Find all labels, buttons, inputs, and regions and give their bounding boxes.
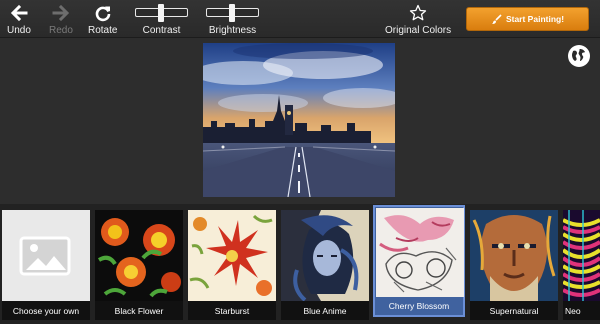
style-card-choose-your-own[interactable]: Choose your own — [2, 210, 90, 320]
neon-thumb — [563, 210, 600, 301]
style-card-supernatural[interactable]: Supernatural — [470, 210, 558, 320]
rotate-clockwise-icon — [95, 6, 111, 22]
style-card-neo[interactable]: Neo — [563, 210, 600, 320]
supernatural-thumb — [470, 210, 558, 301]
brightness-label: Brightness — [208, 25, 257, 36]
brightness-slider[interactable] — [206, 4, 259, 22]
style-card-label: Supernatural — [489, 306, 539, 316]
star-outline-icon — [409, 4, 427, 21]
blue-anime-thumb — [281, 210, 369, 301]
style-card-label: Choose your own — [12, 306, 80, 316]
style-card-cherry-blossom[interactable]: Cherry Blossom — [373, 205, 465, 317]
contrast-slider[interactable] — [135, 4, 188, 22]
toolbar: Undo Redo Rotate Contrast Brightness Ori… — [0, 0, 600, 38]
image-placeholder-icon — [2, 210, 90, 301]
contrast-thumb[interactable] — [158, 4, 164, 22]
style-strip: Choose your own Black Flower Starburst B… — [0, 204, 600, 324]
brightness-thumb[interactable] — [229, 4, 235, 22]
style-card-label: Starburst — [214, 306, 250, 316]
globe-button[interactable] — [568, 45, 590, 67]
preview-image — [203, 43, 395, 197]
paintbrush-icon — [491, 13, 502, 24]
globe-icon — [569, 46, 589, 66]
start-painting-label: Start Painting! — [505, 14, 565, 24]
redo-button[interactable]: Redo — [49, 4, 73, 36]
starburst-thumb — [188, 210, 276, 301]
arrow-right-icon — [52, 4, 70, 22]
black-flower-thumb — [95, 210, 183, 301]
contrast-label: Contrast — [142, 25, 181, 36]
style-card-label: Neo — [565, 306, 581, 316]
style-card-label: Blue Anime — [303, 306, 347, 316]
style-card-blue-anime[interactable]: Blue Anime — [281, 210, 369, 320]
style-card-black-flower[interactable]: Black Flower — [95, 210, 183, 320]
undo-label: Undo — [7, 25, 31, 36]
contrast-control: Contrast — [134, 4, 189, 36]
start-painting-button[interactable]: Start Painting! — [466, 7, 589, 31]
redo-label: Redo — [49, 25, 73, 36]
style-card-label: Black Flower — [114, 306, 164, 316]
undo-button[interactable]: Undo — [7, 4, 31, 36]
original-colors-button[interactable]: Original Colors — [385, 4, 451, 36]
style-card-label: Cherry Blossom — [388, 301, 450, 311]
rotate-button[interactable]: Rotate — [88, 4, 117, 36]
rotate-label: Rotate — [88, 25, 118, 36]
brightness-control: Brightness — [205, 4, 260, 36]
style-card-starburst[interactable]: Starburst — [188, 210, 276, 320]
original-colors-label: Original Colors — [385, 25, 452, 36]
arrow-left-icon — [10, 4, 28, 22]
cherry-blossom-thumb — [376, 208, 464, 297]
london-street-photo — [203, 43, 395, 197]
